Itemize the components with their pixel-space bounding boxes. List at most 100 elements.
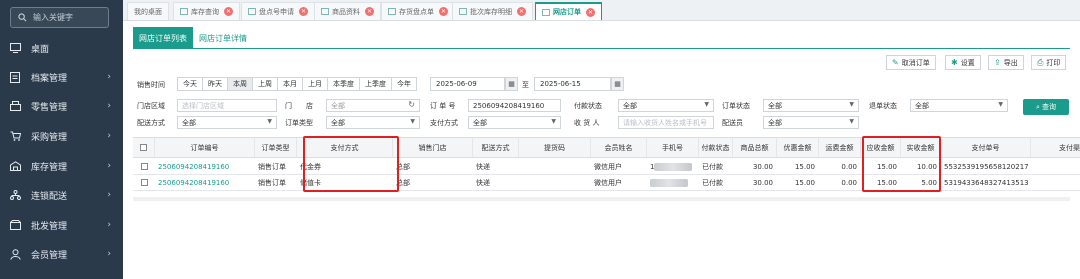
delivery-select[interactable]: 全部 ▼	[177, 116, 277, 129]
print-button[interactable]: ⎙ 打印	[1031, 55, 1067, 70]
subtab-order-list[interactable]: 网店订单列表	[133, 27, 193, 49]
column-header[interactable]: 支付渠	[1031, 138, 1080, 158]
column-header[interactable]: 会员姓名	[591, 138, 647, 158]
tab-product-info[interactable]: 商品资料 ✕	[314, 2, 381, 20]
column-header[interactable]: 订单编号	[155, 138, 255, 158]
sidebar-item-inventory[interactable]: 库存管理 ›	[0, 152, 123, 180]
calendar-icon[interactable]: ▦	[505, 77, 518, 91]
order-no-link[interactable]: 2506094208419160	[155, 175, 255, 191]
date-from-input[interactable]: 2025-06-09	[430, 77, 505, 91]
chevron-right-icon: ›	[107, 220, 111, 230]
delivery-cell: 快递	[473, 175, 519, 191]
pay-method-label: 支付方式	[430, 119, 458, 127]
row-checkbox[interactable]	[140, 163, 148, 170]
store-label: 门 店	[285, 102, 313, 110]
pay-status-select[interactable]: 全部 ▼	[618, 99, 714, 112]
column-header[interactable]: 手机号	[647, 138, 699, 158]
refresh-icon[interactable]: ↻	[408, 100, 415, 109]
tab-batch-stock[interactable]: 批次库存明细 ✕	[452, 2, 533, 20]
column-header[interactable]: 订单类型	[255, 138, 297, 158]
refund-status-select[interactable]: 全部 ▼	[910, 99, 1008, 112]
row-checkbox[interactable]	[140, 179, 148, 186]
store-area-input[interactable]: 选择门店区域	[177, 99, 277, 112]
receiver-label: 收 货 人	[574, 119, 600, 127]
chevron-down-icon: ▼	[849, 118, 854, 125]
cancel-order-button[interactable]: ✎ 取消订单	[886, 55, 936, 70]
page-icon	[388, 8, 396, 15]
subtab-order-detail[interactable]: 网店订单详情	[193, 27, 253, 49]
column-header[interactable]: 运费金额	[819, 138, 861, 158]
chevron-right-icon: ›	[107, 190, 111, 200]
store-select[interactable]: 全部 ↻	[326, 99, 420, 112]
date-to-input[interactable]: 2025-06-15	[534, 77, 611, 91]
period-last-week[interactable]: 上周	[252, 77, 278, 91]
sidebar-item-purchase[interactable]: 采购管理 ›	[0, 122, 123, 150]
sale-time-label: 销售时间	[137, 81, 165, 89]
sidebar-item-archive[interactable]: 档案管理 ›	[0, 63, 123, 91]
period-last-quarter[interactable]: 上季度	[359, 77, 392, 91]
sidebar-item-member[interactable]: 会员管理 ›	[0, 240, 123, 268]
column-header[interactable]: 优惠金额	[777, 138, 819, 158]
close-icon[interactable]: ✕	[299, 7, 308, 16]
settings-button[interactable]: ✱ 设置	[945, 55, 981, 70]
chevron-down-icon: ▼	[849, 101, 854, 108]
discount-cell: 15.00	[777, 159, 819, 175]
column-header[interactable]: 提货码	[519, 138, 591, 158]
pickup-cell	[519, 175, 591, 191]
sidebar-item-distribution[interactable]: 连锁配送 ›	[0, 181, 123, 209]
order-type-label: 订单类型	[285, 119, 313, 127]
close-icon[interactable]: ✕	[439, 7, 448, 16]
package-icon	[9, 219, 21, 231]
file-icon	[9, 71, 21, 83]
deliverer-select[interactable]: 全部 ▼	[763, 116, 859, 129]
tab-online-orders[interactable]: 网店订单 ✕	[535, 2, 602, 20]
tab-label: 库存查询	[191, 7, 219, 16]
period-this-month[interactable]: 本月	[277, 77, 303, 91]
period-yesterday[interactable]: 昨天	[202, 77, 228, 91]
receiver-input[interactable]: 请输入收货人姓名或手机号	[618, 116, 714, 129]
query-button[interactable]: ⌕ 查询	[1023, 99, 1069, 115]
period-this-year[interactable]: 今年	[391, 77, 417, 91]
order-status-label: 订单状态	[722, 102, 750, 110]
order-no-input[interactable]: 2506094208419160	[468, 99, 561, 112]
tab-label: 我的桌面	[134, 7, 162, 16]
pay-method-select[interactable]: 全部 ▼	[468, 116, 561, 129]
close-icon[interactable]: ✕	[365, 7, 374, 16]
select-all-checkbox[interactable]	[140, 144, 147, 151]
close-icon[interactable]: ✕	[517, 7, 526, 16]
period-last-month[interactable]: 上月	[302, 77, 328, 91]
button-label: 导出	[1003, 58, 1018, 67]
column-header[interactable]: 付款状态	[699, 138, 733, 158]
order-type-select[interactable]: 全部 ▼	[326, 116, 420, 129]
button-label: 取消订单	[901, 58, 930, 67]
tab-my-desktop[interactable]: 我的桌面	[127, 2, 169, 20]
column-header[interactable]: 销售门店	[393, 138, 473, 158]
row-checkbox-cell[interactable]	[133, 175, 155, 191]
phone-cell	[647, 175, 699, 191]
sidebar-item-desktop[interactable]: 桌面	[0, 34, 123, 62]
close-icon[interactable]: ✕	[586, 7, 595, 17]
horizontal-scrollbar[interactable]	[133, 197, 1070, 201]
period-this-quarter[interactable]: 本季度	[327, 77, 360, 91]
order-status-select[interactable]: 全部 ▼	[763, 99, 859, 112]
button-label: 设置	[960, 58, 975, 67]
column-header[interactable]: 支付单号	[941, 138, 1031, 158]
calendar-icon[interactable]: ▦	[611, 77, 624, 91]
close-icon[interactable]: ✕	[224, 7, 233, 16]
pay-status-cell: 已付款	[699, 159, 733, 175]
period-today[interactable]: 今天	[177, 77, 203, 91]
tab-label: 网店订单	[553, 8, 581, 16]
period-this-week[interactable]: 本周	[227, 77, 253, 91]
row-checkbox-cell[interactable]	[133, 159, 155, 175]
order-no-link[interactable]: 2506094208419160	[155, 159, 255, 175]
tab-stock-query[interactable]: 库存查询 ✕	[173, 2, 240, 20]
sidebar-item-retail[interactable]: 零售管理 ›	[0, 92, 123, 120]
tab-inventory-count[interactable]: 存货盘点单 ✕	[381, 2, 455, 20]
tab-count-apply[interactable]: 盘点号申请 ✕	[241, 2, 315, 20]
export-button[interactable]: ⇪ 导出	[988, 55, 1024, 70]
column-header[interactable]: 商品总额	[733, 138, 777, 158]
column-header[interactable]: 配送方式	[473, 138, 519, 158]
highlight-amounts	[862, 136, 941, 192]
sidebar-item-wholesale[interactable]: 批发管理 ›	[0, 211, 123, 239]
search-input[interactable]: 输入关键字	[10, 7, 109, 28]
